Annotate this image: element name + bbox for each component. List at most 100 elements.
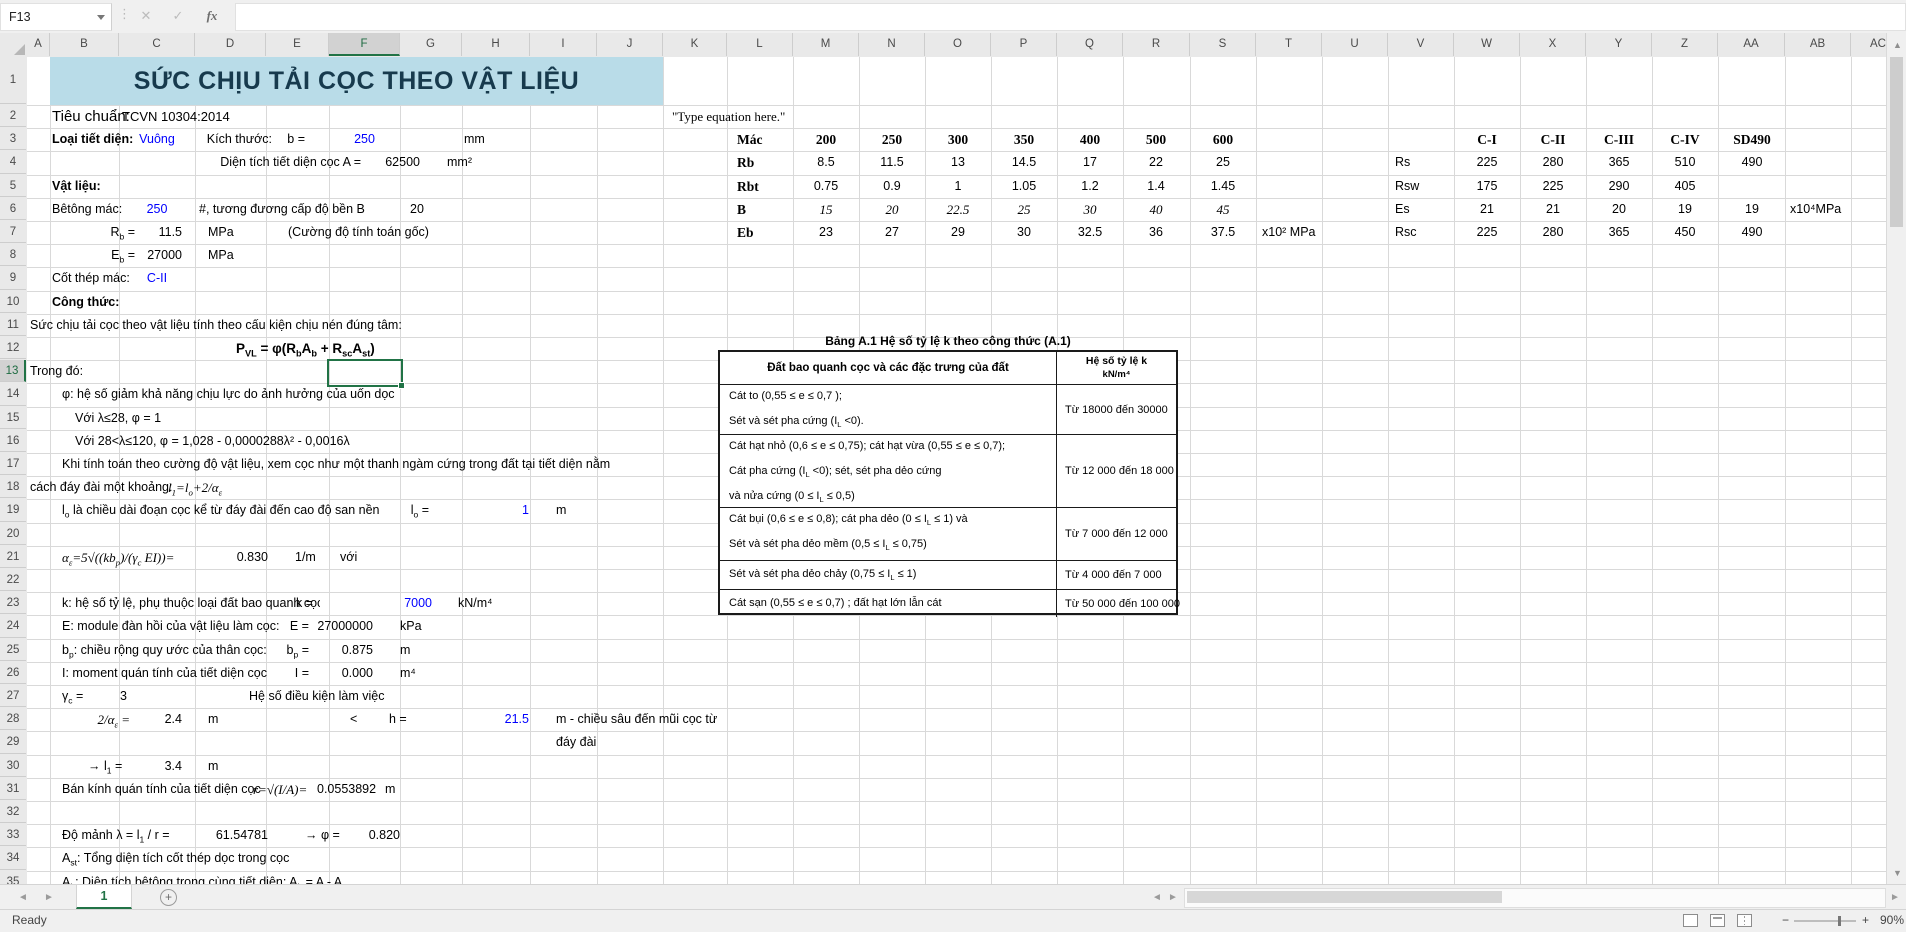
column-header-B[interactable]: B [50, 33, 119, 56]
column-header-J[interactable]: J [597, 33, 663, 56]
row-header-9[interactable]: 9 [0, 267, 26, 289]
name-box-dropdown-icon[interactable] [97, 15, 105, 20]
column-header-T[interactable]: T [1256, 33, 1322, 56]
vertical-scrollbar[interactable]: ▲ ▼ [1886, 33, 1906, 884]
fill-handle[interactable] [398, 382, 405, 389]
column-header-N[interactable]: N [859, 33, 925, 56]
column-header-G[interactable]: G [400, 33, 462, 56]
scroll-down-icon[interactable]: ▼ [1893, 869, 1902, 878]
row-header-7[interactable]: 7 [0, 221, 26, 243]
column-header-E[interactable]: E [266, 33, 329, 56]
row-header-11[interactable]: 11 [0, 314, 26, 336]
row-header-24[interactable]: 24 [0, 615, 26, 637]
row-header-3[interactable]: 3 [0, 128, 26, 150]
page-break-view-icon[interactable] [1737, 914, 1752, 927]
hscroll-left2-icon[interactable]: ► [1168, 892, 1178, 903]
enter-button[interactable]: ✓ [165, 0, 191, 33]
hscroll-left-icon[interactable]: ◄ [1152, 892, 1162, 903]
normal-view-icon[interactable] [1683, 914, 1698, 927]
cell-text: Bán kính quán tính của tiết diện cọc [62, 778, 261, 801]
row-header-32[interactable]: 32 [0, 801, 26, 823]
column-header-P[interactable]: P [991, 33, 1057, 56]
select-all-button[interactable] [0, 33, 28, 58]
row-header-28[interactable]: 28 [0, 708, 26, 730]
row-header-16[interactable]: 16 [0, 430, 26, 452]
column-header-U[interactable]: U [1322, 33, 1388, 56]
name-box[interactable]: F13 [0, 3, 112, 31]
column-header-V[interactable]: V [1388, 33, 1454, 56]
vertical-scroll-thumb[interactable] [1890, 57, 1903, 227]
row-header-10[interactable]: 10 [0, 291, 26, 313]
column-headers: ABCDEFGHIJKLMNOPQRSTUVWXYZAAABAC [27, 33, 1886, 58]
spreadsheet-grid[interactable]: SỨC CHỊU TẢI CỌC THEO VẬT LIỆU Bảng A.1 … [27, 57, 1886, 884]
row-header-14[interactable]: 14 [0, 383, 26, 405]
tab-nav-right-icon[interactable]: ► [44, 892, 54, 903]
column-header-I[interactable]: I [530, 33, 597, 56]
page-layout-view-icon[interactable] [1710, 914, 1725, 927]
column-header-C[interactable]: C [119, 33, 195, 56]
row-header-1[interactable]: 1 [0, 57, 26, 104]
column-header-Z[interactable]: Z [1652, 33, 1718, 56]
zoom-out-button[interactable]: − [1782, 910, 1789, 931]
horizontal-scrollbar[interactable] [1184, 888, 1886, 908]
cell-text: E: module đàn hồi của vật liệu làm cọc: [62, 615, 279, 638]
row-header-23[interactable]: 23 [0, 592, 26, 614]
column-header-W[interactable]: W [1454, 33, 1520, 56]
column-header-AC[interactable]: AC [1851, 33, 1886, 56]
add-sheet-button[interactable]: + [160, 889, 177, 906]
row-header-17[interactable]: 17 [0, 453, 26, 475]
cell-text: MPa [208, 244, 234, 267]
cell-text: 3.4 [165, 755, 182, 778]
formula-input[interactable] [235, 3, 1906, 31]
row-header-22[interactable]: 22 [0, 569, 26, 591]
row-header-27[interactable]: 27 [0, 685, 26, 707]
row-header-34[interactable]: 34 [0, 847, 26, 869]
column-header-AA[interactable]: AA [1718, 33, 1785, 56]
column-header-F[interactable]: F [329, 33, 400, 56]
zoom-in-button[interactable]: + [1862, 910, 1869, 931]
column-header-X[interactable]: X [1520, 33, 1586, 56]
row-header-5[interactable]: 5 [0, 175, 26, 197]
concrete-value: 30 [991, 221, 1057, 244]
column-header-L[interactable]: L [727, 33, 793, 56]
gridline [27, 755, 1886, 756]
column-header-S[interactable]: S [1190, 33, 1256, 56]
row-header-15[interactable]: 15 [0, 407, 26, 429]
row-header-18[interactable]: 18 [0, 476, 26, 498]
column-header-A[interactable]: A [27, 33, 50, 56]
scroll-up-icon[interactable]: ▲ [1893, 41, 1902, 50]
insert-function-button[interactable]: fx [199, 0, 225, 33]
row-header-25[interactable]: 25 [0, 639, 26, 661]
row-header-8[interactable]: 8 [0, 244, 26, 266]
sheet-tab[interactable]: 1 [76, 885, 132, 909]
row-header-33[interactable]: 33 [0, 824, 26, 846]
horizontal-scroll-thumb[interactable] [1187, 891, 1502, 903]
row-header-4[interactable]: 4 [0, 151, 26, 173]
row-header-20[interactable]: 20 [0, 523, 26, 545]
row-header-6[interactable]: 6 [0, 198, 26, 220]
column-header-O[interactable]: O [925, 33, 991, 56]
column-header-AB[interactable]: AB [1785, 33, 1851, 56]
row-header-21[interactable]: 21 [0, 546, 26, 568]
column-header-D[interactable]: D [195, 33, 266, 56]
cancel-button[interactable]: ✕ [133, 0, 159, 33]
zoom-slider-thumb[interactable] [1838, 916, 1841, 926]
hscroll-right-icon[interactable]: ► [1890, 892, 1900, 903]
column-header-M[interactable]: M [793, 33, 859, 56]
row-header-30[interactable]: 30 [0, 755, 26, 777]
tab-nav-left-icon[interactable]: ◄ [18, 892, 28, 903]
row-header-35[interactable]: 35 [0, 871, 26, 884]
column-header-H[interactable]: H [462, 33, 530, 56]
row-header-31[interactable]: 31 [0, 778, 26, 800]
row-header-26[interactable]: 26 [0, 662, 26, 684]
column-header-K[interactable]: K [663, 33, 727, 56]
column-header-R[interactable]: R [1123, 33, 1190, 56]
column-header-Y[interactable]: Y [1586, 33, 1652, 56]
zoom-slider[interactable] [1794, 920, 1856, 922]
row-header-29[interactable]: 29 [0, 731, 26, 753]
column-header-Q[interactable]: Q [1057, 33, 1123, 56]
row-header-19[interactable]: 19 [0, 499, 26, 521]
row-header-12[interactable]: 12 [0, 337, 26, 359]
row-header-13[interactable]: 13 [0, 360, 26, 382]
row-header-2[interactable]: 2 [0, 105, 26, 127]
